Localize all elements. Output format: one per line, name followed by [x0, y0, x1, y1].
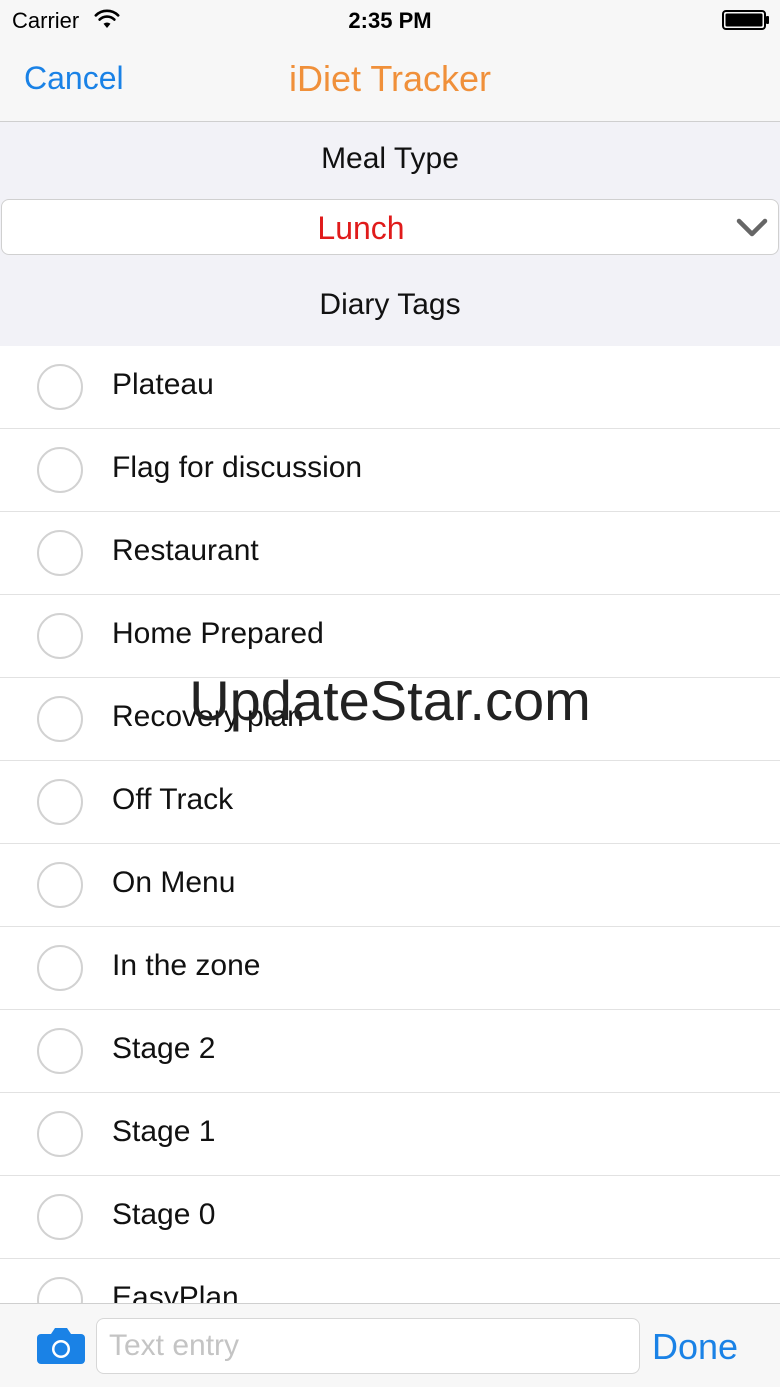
nav-bar: Cancel iDiet Tracker	[0, 40, 780, 122]
radio-circle-icon[interactable]	[37, 447, 83, 493]
cancel-button[interactable]: Cancel	[24, 60, 124, 97]
tag-row[interactable]: Flag for discussion	[0, 429, 780, 512]
tag-row[interactable]: On Menu	[0, 844, 780, 927]
meal-type-header: Meal Type	[321, 142, 459, 175]
tag-row[interactable]: Off Track	[0, 761, 780, 844]
radio-circle-icon[interactable]	[37, 364, 83, 410]
status-time: 2:35 PM	[348, 8, 432, 33]
tag-row[interactable]: Stage 2	[0, 1010, 780, 1093]
tag-label: Restaurant	[112, 534, 259, 567]
tag-row[interactable]: Recovery plan	[0, 678, 780, 761]
camera-icon[interactable]	[36, 1327, 86, 1365]
radio-circle-icon[interactable]	[37, 1111, 83, 1157]
meal-type-value: Lunch	[317, 210, 405, 246]
tag-label: In the zone	[112, 949, 261, 982]
done-button[interactable]: Done	[652, 1326, 738, 1368]
tag-label: Stage 2	[112, 1032, 216, 1065]
tag-label: Recovery plan	[112, 700, 304, 733]
radio-circle-icon[interactable]	[37, 530, 83, 576]
radio-circle-icon[interactable]	[37, 945, 83, 991]
tag-label: Stage 1	[112, 1115, 216, 1148]
radio-circle-icon[interactable]	[37, 1277, 83, 1303]
radio-circle-icon[interactable]	[37, 696, 83, 742]
radio-circle-icon[interactable]	[37, 862, 83, 908]
tag-row[interactable]: Restaurant	[0, 512, 780, 595]
chevron-down-icon	[736, 218, 768, 237]
radio-circle-icon[interactable]	[37, 613, 83, 659]
radio-circle-icon[interactable]	[37, 779, 83, 825]
tag-label: Plateau	[112, 368, 214, 401]
tag-label: Off Track	[112, 783, 234, 816]
tag-row[interactable]: Plateau	[0, 346, 780, 429]
tag-label: Stage 0	[112, 1198, 216, 1231]
radio-circle-icon[interactable]	[37, 1028, 83, 1074]
status-bar: Carrier 2:35 PM	[0, 0, 780, 40]
tag-row[interactable]: Stage 0	[0, 1176, 780, 1259]
diary-tags-list: Plateau Flag for discussion Restaurant Home…	[0, 346, 780, 1303]
tag-row[interactable]: Home Prepared	[0, 595, 780, 678]
tag-label: Flag for discussion	[112, 451, 363, 484]
text-entry-input[interactable]	[96, 1318, 640, 1374]
bottom-toolbar: Done	[0, 1303, 780, 1387]
tag-row[interactable]: In the zone	[0, 927, 780, 1010]
tag-row[interactable]: Stage 1	[0, 1093, 780, 1176]
meal-type-select[interactable]: Lunch	[1, 199, 779, 255]
tag-row[interactable]: EasyPlan	[0, 1259, 780, 1303]
diary-tags-header: Diary Tags	[319, 288, 461, 321]
radio-circle-icon[interactable]	[37, 1194, 83, 1240]
tag-label: EasyPlan	[112, 1281, 239, 1303]
tag-label: On Menu	[112, 866, 236, 899]
tag-label: Home Prepared	[112, 617, 324, 650]
battery-icon	[722, 10, 769, 30]
